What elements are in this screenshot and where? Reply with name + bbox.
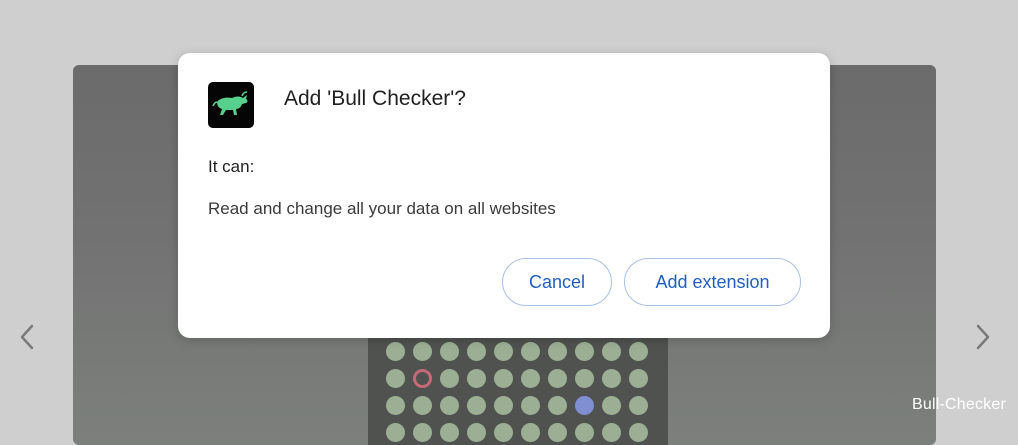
board-cell [494, 342, 513, 361]
chevron-left-icon[interactable] [12, 322, 42, 352]
cancel-button[interactable]: Cancel [502, 258, 612, 306]
board-cell [548, 342, 567, 361]
board-cell [602, 342, 621, 361]
board-cell [548, 369, 567, 388]
watermark-label: Bull-Checker [912, 396, 1006, 413]
board-cell [386, 342, 405, 361]
board-cell [629, 423, 648, 442]
chevron-right-icon[interactable] [968, 322, 998, 352]
add-extension-button[interactable]: Add extension [624, 258, 801, 306]
board-cell [521, 396, 540, 415]
permission-item: Read and change all your data on all web… [208, 199, 556, 218]
board-cell [602, 396, 621, 415]
board-cell [440, 396, 459, 415]
add-extension-dialog: Add 'Bull Checker'? It can: Read and cha… [178, 53, 830, 338]
board-cell [467, 342, 486, 361]
board-cell [467, 396, 486, 415]
board-cell [494, 423, 513, 442]
board-cell [440, 369, 459, 388]
board-cell [467, 369, 486, 388]
board-cell [386, 423, 405, 442]
board-cell [548, 396, 567, 415]
game-board-preview [368, 338, 668, 445]
board-cell [629, 342, 648, 361]
board-cell [413, 342, 432, 361]
board-cell [629, 369, 648, 388]
board-cell [548, 423, 567, 442]
board-cell [413, 369, 432, 388]
board-cell [602, 423, 621, 442]
permissions-heading: It can: [208, 157, 255, 176]
board-cell [413, 423, 432, 442]
board-cell [602, 369, 621, 388]
board-cell [440, 342, 459, 361]
board-cell [521, 369, 540, 388]
board-cell [575, 369, 594, 388]
board-cell [629, 396, 648, 415]
dialog-title: Add 'Bull Checker'? [284, 87, 466, 110]
board-cell [467, 423, 486, 442]
board-cell [575, 396, 594, 415]
board-cell [521, 423, 540, 442]
board-cell [521, 342, 540, 361]
board-cell [413, 396, 432, 415]
board-cell [386, 396, 405, 415]
board-cell [440, 423, 459, 442]
board-cell [575, 342, 594, 361]
board-cell [494, 396, 513, 415]
bull-icon [208, 82, 254, 128]
board-cell [386, 369, 405, 388]
board-cell [494, 369, 513, 388]
board-cell [575, 423, 594, 442]
